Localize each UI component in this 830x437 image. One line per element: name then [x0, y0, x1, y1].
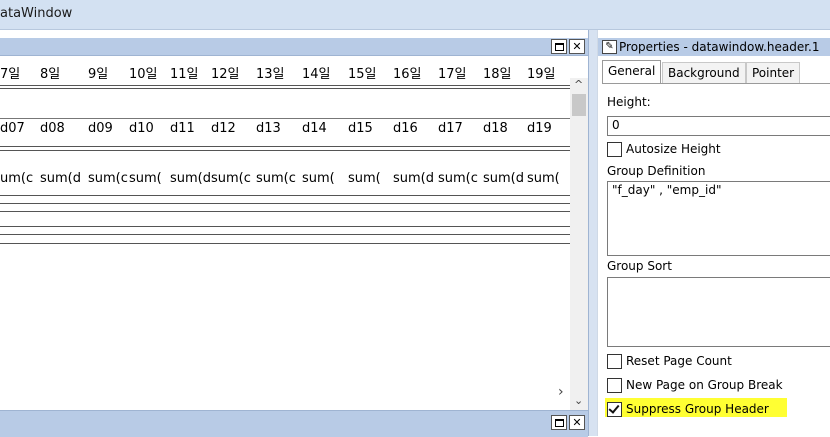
height-field[interactable]: 0 [607, 116, 830, 136]
computed-field-cell[interactable]: sum(d [40, 171, 81, 186]
suppress-group-header-checkbox[interactable] [607, 402, 622, 417]
header-day-cell[interactable]: 12일 [211, 63, 240, 82]
detail-column-cell[interactable]: d19 [527, 121, 552, 136]
new-page-on-group-break-label: New Page on Group Break [626, 378, 783, 392]
properties-title: Properties - datawindow.header.1 [619, 40, 820, 54]
detail-column-cell[interactable]: d18 [483, 121, 508, 136]
close-icon: ✕ [572, 40, 582, 53]
header-day-cell[interactable]: 17일 [438, 63, 467, 82]
detail-column-cell[interactable]: d11 [170, 121, 195, 136]
tab-general[interactable]: General [602, 60, 662, 84]
window-title: ataWindow [0, 6, 73, 21]
group-sort-field[interactable] [607, 277, 830, 347]
computed-field-cell[interactable]: sum(d [483, 171, 524, 186]
tab-background[interactable]: Background [662, 62, 746, 83]
reset-page-count-checkbox[interactable] [607, 354, 622, 369]
properties-tabs: General Background Pointer [602, 60, 830, 84]
scroll-thumb[interactable] [572, 94, 586, 116]
footer-divider-3 [0, 243, 570, 244]
detail-column-cell[interactable]: d15 [348, 121, 373, 136]
header-band-divider-2 [0, 88, 570, 89]
detail-column-cell[interactable]: d13 [256, 121, 281, 136]
computed-field-cell[interactable]: sum(c [88, 171, 128, 186]
properties-panel: ✎ Properties - datawindow.header.1 Gener… [597, 30, 830, 436]
header-day-cell[interactable]: 8일 [40, 63, 60, 82]
summary-divider-3 [0, 211, 570, 212]
detail-column-cell[interactable]: d09 [88, 121, 113, 136]
header-day-cell[interactable]: 11일 [170, 63, 199, 82]
app-titlebar: ataWindow [0, 0, 830, 30]
height-label: Height: [607, 95, 651, 109]
scroll-down-icon[interactable]: ⌄ [574, 394, 583, 407]
properties-titlebar: ✎ Properties - datawindow.header.1 [598, 38, 830, 56]
restore-icon [554, 43, 564, 51]
computed-field-cell[interactable]: sum( [348, 171, 381, 186]
detail-column-cell[interactable]: d16 [393, 121, 418, 136]
detail-band-divider-2 [0, 150, 570, 151]
header-day-cell[interactable]: 10일 [129, 63, 158, 82]
detail-top-line [0, 118, 570, 119]
header-day-cell[interactable]: 19일 [527, 63, 556, 82]
restore-icon [554, 419, 564, 427]
footer-divider-2 [0, 234, 570, 235]
computed-field-cell[interactable]: sum(c [256, 171, 296, 186]
tab-divider [602, 83, 830, 84]
header-band-divider [0, 85, 570, 86]
computed-field-cell[interactable]: sum(c [211, 171, 251, 186]
computed-field-cell[interactable]: sum( [129, 171, 162, 186]
group-sort-label: Group Sort [607, 259, 672, 273]
computed-field-cell[interactable]: sum( [302, 171, 335, 186]
suppress-group-header-label: Suppress Group Header [626, 402, 769, 416]
new-page-on-group-break-checkbox[interactable] [607, 378, 622, 393]
height-value: 0 [612, 118, 620, 132]
detail-column-cell[interactable]: d12 [211, 121, 236, 136]
summary-divider-2 [0, 203, 570, 204]
close-icon: ✕ [572, 416, 582, 429]
summary-divider [0, 195, 570, 196]
group-definition-label: Group Definition [607, 164, 706, 178]
restore-button[interactable] [551, 39, 567, 54]
header-day-cell[interactable]: 16일 [393, 63, 422, 82]
computed-field-cell[interactable]: sum(d [393, 171, 434, 186]
group-definition-field[interactable]: "f_day" , "emp_id" [607, 181, 830, 256]
design-pane-header: ✕ [0, 38, 588, 56]
group-definition-value: "f_day" , "emp_id" [612, 183, 722, 197]
detail-column-cell[interactable]: d07 [0, 121, 25, 136]
autosize-height-label: Autosize Height [626, 142, 721, 156]
scroll-up-icon[interactable]: ^ [574, 78, 583, 91]
datawindow-design-pane[interactable]: ✕ 7일 8일 9일 10일 11일 12일 13일 14일 15일 16일 17일 18일 19일 d… [0, 30, 588, 436]
properties-icon: ✎ [602, 40, 617, 54]
tab-general-label: General [608, 64, 656, 78]
preview-pane-header: ✕ [0, 410, 588, 437]
detail-band-divider [0, 146, 570, 147]
computed-field-cell[interactable]: um(c [0, 171, 33, 186]
detail-column-cell[interactable]: d10 [129, 121, 154, 136]
detail-column-cell[interactable]: d08 [40, 121, 65, 136]
detail-column-cell[interactable]: d17 [438, 121, 463, 136]
scroll-right-icon[interactable]: › [558, 384, 564, 400]
vertical-scrollbar[interactable]: ^ ⌄ [570, 78, 588, 412]
computed-field-cell[interactable]: sum(d [170, 171, 211, 186]
header-day-cell[interactable]: 9일 [88, 63, 108, 82]
header-day-cell[interactable]: 7일 [0, 63, 20, 82]
header-day-cell[interactable]: 15일 [348, 63, 377, 82]
header-day-cell[interactable]: 13일 [256, 63, 285, 82]
header-day-cell[interactable]: 18일 [483, 63, 512, 82]
preview-close-button[interactable]: ✕ [569, 415, 585, 430]
tab-background-label: Background [668, 66, 740, 80]
footer-divider [0, 226, 570, 227]
tab-pointer-label: Pointer [752, 66, 795, 80]
computed-field-cell[interactable]: sum(c [438, 171, 478, 186]
detail-column-cell[interactable]: d14 [302, 121, 327, 136]
reset-page-count-label: Reset Page Count [626, 354, 732, 368]
tab-pointer[interactable]: Pointer [746, 62, 801, 83]
close-button[interactable]: ✕ [569, 39, 585, 54]
autosize-height-checkbox[interactable] [607, 142, 622, 157]
header-day-cell[interactable]: 14일 [302, 63, 331, 82]
computed-field-cell[interactable]: sum( [527, 171, 560, 186]
preview-restore-button[interactable] [551, 415, 567, 430]
